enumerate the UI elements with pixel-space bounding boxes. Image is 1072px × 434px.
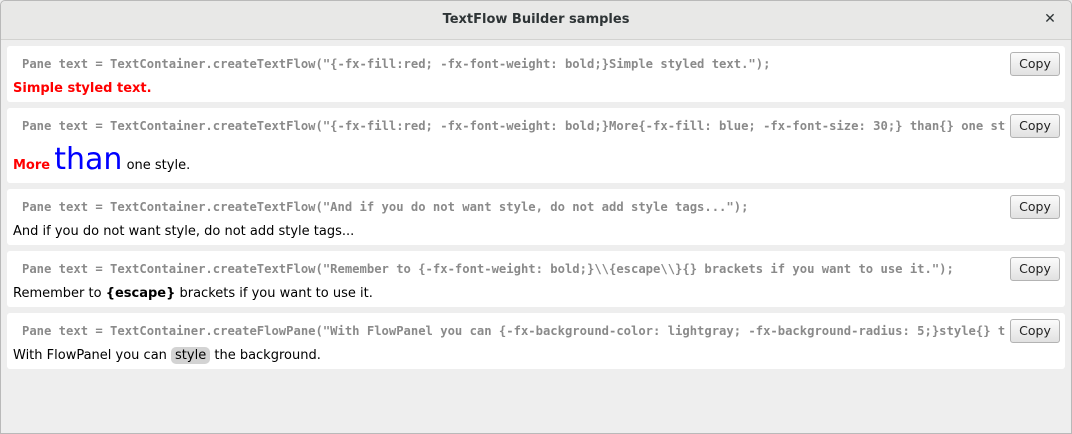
plain-text: With FlowPanel you can <box>13 348 172 363</box>
plain-text: Remember to <box>13 286 106 301</box>
styled-text-blue: than <box>54 142 123 177</box>
copy-button[interactable]: Copy <box>1010 195 1060 219</box>
code-snippet: Pane text = TextContainer.createTextFlow… <box>22 57 771 71</box>
styled-text: Simple styled text. <box>13 81 152 96</box>
result-preview: And if you do not want style, do not add… <box>13 224 354 239</box>
code-snippet: Pane text = TextContainer.createTextFlow… <box>22 262 954 276</box>
sample-card-3: Pane text = TextContainer.createTextFlow… <box>7 189 1065 245</box>
copy-button[interactable]: Copy <box>1010 257 1060 281</box>
sample-card-1: Pane text = TextContainer.createTextFlow… <box>7 46 1065 102</box>
copy-button[interactable]: Copy <box>1010 319 1060 343</box>
result-preview: Remember to {escape} brackets if you wan… <box>13 286 373 301</box>
sample-card-4: Pane text = TextContainer.createTextFlow… <box>7 251 1065 307</box>
sample-card-2: Pane text = TextContainer.createTextFlow… <box>7 108 1065 183</box>
sample-card-5: Pane text = TextContainer.createFlowPane… <box>7 313 1065 369</box>
app-window: TextFlow Builder samples ✕ Pane text = T… <box>0 0 1072 434</box>
copy-button[interactable]: Copy <box>1010 52 1060 76</box>
code-snippet: Pane text = TextContainer.createTextFlow… <box>22 200 749 214</box>
result-preview: More than one style. <box>13 142 190 177</box>
styled-text-red: More <box>13 158 51 173</box>
close-icon[interactable]: ✕ <box>1041 10 1059 28</box>
plain-text: the background. <box>210 348 321 363</box>
plain-text: one style. <box>126 158 191 173</box>
background-chip: style <box>171 347 211 364</box>
plain-text: brackets if you want to use it. <box>175 286 373 301</box>
result-preview: Simple styled text. <box>13 81 152 96</box>
bold-text: {escape} <box>105 286 176 301</box>
samples-list: Pane text = TextContainer.createTextFlow… <box>1 40 1071 433</box>
title-bar[interactable]: TextFlow Builder samples ✕ <box>1 1 1071 40</box>
code-snippet: Pane text = TextContainer.createFlowPane… <box>22 324 1006 338</box>
window-title: TextFlow Builder samples <box>442 12 630 27</box>
code-snippet: Pane text = TextContainer.createTextFlow… <box>22 119 1006 133</box>
result-preview: With FlowPanel you can style the backgro… <box>13 347 321 364</box>
copy-button[interactable]: Copy <box>1010 114 1060 138</box>
plain-text: And if you do not want style, do not add… <box>13 224 355 239</box>
